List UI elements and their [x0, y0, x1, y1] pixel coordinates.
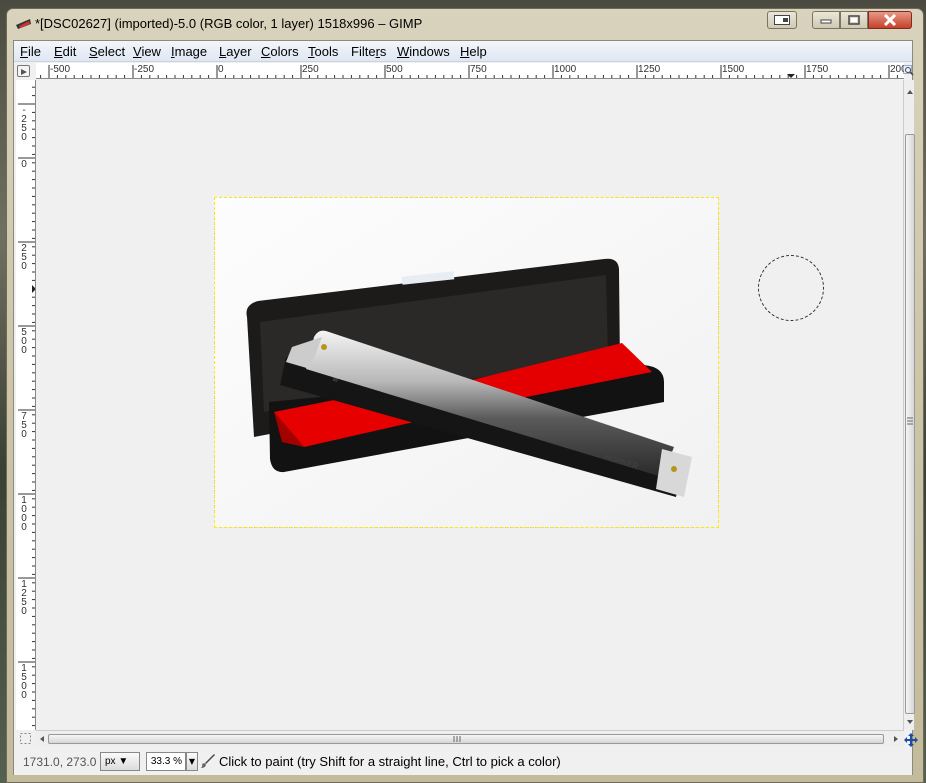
play-arrow-icon	[21, 69, 27, 75]
h-ruler-label: 1500	[722, 64, 745, 75]
menu-tools[interactable]: Tools	[308, 44, 338, 59]
horizontal-scroll-thumb[interactable]	[48, 734, 884, 744]
menu-image[interactable]: Image	[171, 44, 207, 59]
zoom-input[interactable]: 33.3 %	[146, 752, 186, 771]
h-ruler-label: 1250	[638, 64, 661, 75]
zoom-image-button[interactable]	[903, 65, 914, 76]
horizontal-scrollbar[interactable]	[36, 730, 904, 746]
v-ruler-label: 1000	[21, 495, 27, 533]
scroll-up-icon[interactable]	[905, 88, 915, 96]
h-ruler-label: 1750	[806, 64, 829, 75]
menu-file[interactable]: File	[20, 44, 41, 59]
menu-edit[interactable]: Edit	[54, 44, 76, 59]
gimp-window: *[DSC02627] (imported)-5.0 (RGB color, 1…	[6, 8, 924, 783]
window-title: *[DSC02627] (imported)-5.0 (RGB color, 1…	[35, 16, 423, 31]
vertical-scrollbar[interactable]	[903, 80, 915, 730]
v-ruler-label: -250	[21, 105, 27, 143]
v-ruler-label: 500	[21, 327, 27, 356]
v-ruler-label: 1500	[21, 663, 27, 701]
scroll-down-icon[interactable]	[905, 718, 915, 726]
maximize-icon	[841, 12, 867, 28]
gimp-image-window: File Edit Select View Image Layer Colors Tools F…	[13, 40, 918, 775]
gimp-app-icon	[16, 19, 31, 29]
h-ruler-label: 0	[218, 64, 224, 75]
zoom-dropdown-button[interactable]: ▼	[186, 752, 198, 771]
unit-value: px	[105, 756, 116, 767]
status-message: Click to paint (try Shift for a straight…	[219, 754, 561, 769]
menu-select[interactable]: Select	[89, 44, 125, 59]
grip-icon	[907, 417, 913, 425]
close-icon	[869, 12, 911, 28]
menu-windows[interactable]: Windows	[397, 44, 450, 59]
quick-mask-menu-button[interactable]	[17, 65, 30, 77]
minimize-icon	[813, 12, 839, 28]
v-ruler-label: 250	[21, 243, 27, 272]
pointer-coordinates: 1731.0, 273.0	[23, 755, 97, 769]
switch-icon	[768, 12, 796, 28]
scroll-left-icon[interactable]	[38, 734, 46, 744]
chevron-down-icon: ▼	[188, 757, 196, 766]
image-canvas[interactable]: HOHNER	[37, 80, 903, 730]
menu-help[interactable]: Help	[460, 44, 487, 59]
horizontal-ruler[interactable]: -500 -250 0 250 500 750 1000 1250 1500 1750 2000	[36, 63, 904, 79]
h-ruler-label: 1000	[554, 64, 577, 75]
h-ruler-label: -250	[134, 64, 155, 75]
maximize-button[interactable]	[840, 11, 868, 29]
h-ruler-label: 500	[386, 64, 403, 75]
h-ruler-label: 2000	[890, 64, 904, 75]
v-ruler-label: 1250	[21, 579, 27, 617]
h-ruler-label: 750	[470, 64, 487, 75]
h-ruler-label: -500	[50, 64, 71, 75]
menubar: File Edit Select View Image Layer Colors Tools F…	[14, 41, 912, 62]
v-ruler-label: 0	[21, 159, 27, 170]
chevron-down-icon: ▼	[118, 756, 129, 767]
menu-view[interactable]: View	[133, 44, 161, 59]
minimize-button[interactable]	[812, 11, 840, 29]
scroll-right-icon[interactable]	[892, 734, 900, 744]
vertical-scroll-thumb[interactable]	[905, 134, 915, 714]
grip-icon	[453, 736, 461, 742]
magnifier-icon	[903, 65, 914, 76]
v-ruler-label: 750	[21, 411, 27, 440]
paintbrush-icon	[201, 754, 215, 768]
toggle-quick-mask-icon[interactable]	[19, 732, 33, 746]
menu-filters[interactable]: Filters	[351, 44, 386, 59]
menu-layer[interactable]: Layer	[219, 44, 252, 59]
vertical-ruler[interactable]: -250 0 250 500 750 1000 1250 1500	[16, 80, 36, 730]
layer-boundary	[214, 197, 719, 528]
title-bar[interactable]: *[DSC02627] (imported)-5.0 (RGB color, 1…	[7, 9, 923, 39]
navigate-image-icon[interactable]	[904, 733, 918, 747]
menu-colors[interactable]: Colors	[261, 44, 299, 59]
circle-brush-outline	[758, 255, 824, 321]
h-ruler-label: 250	[302, 64, 319, 75]
unit-selector[interactable]: px ▼	[100, 752, 140, 771]
status-bar: 1731.0, 273.0 px ▼ 33.3 % ▼ Click to pai…	[14, 747, 912, 775]
switch-window-button[interactable]	[767, 11, 797, 29]
close-button[interactable]	[868, 11, 912, 29]
